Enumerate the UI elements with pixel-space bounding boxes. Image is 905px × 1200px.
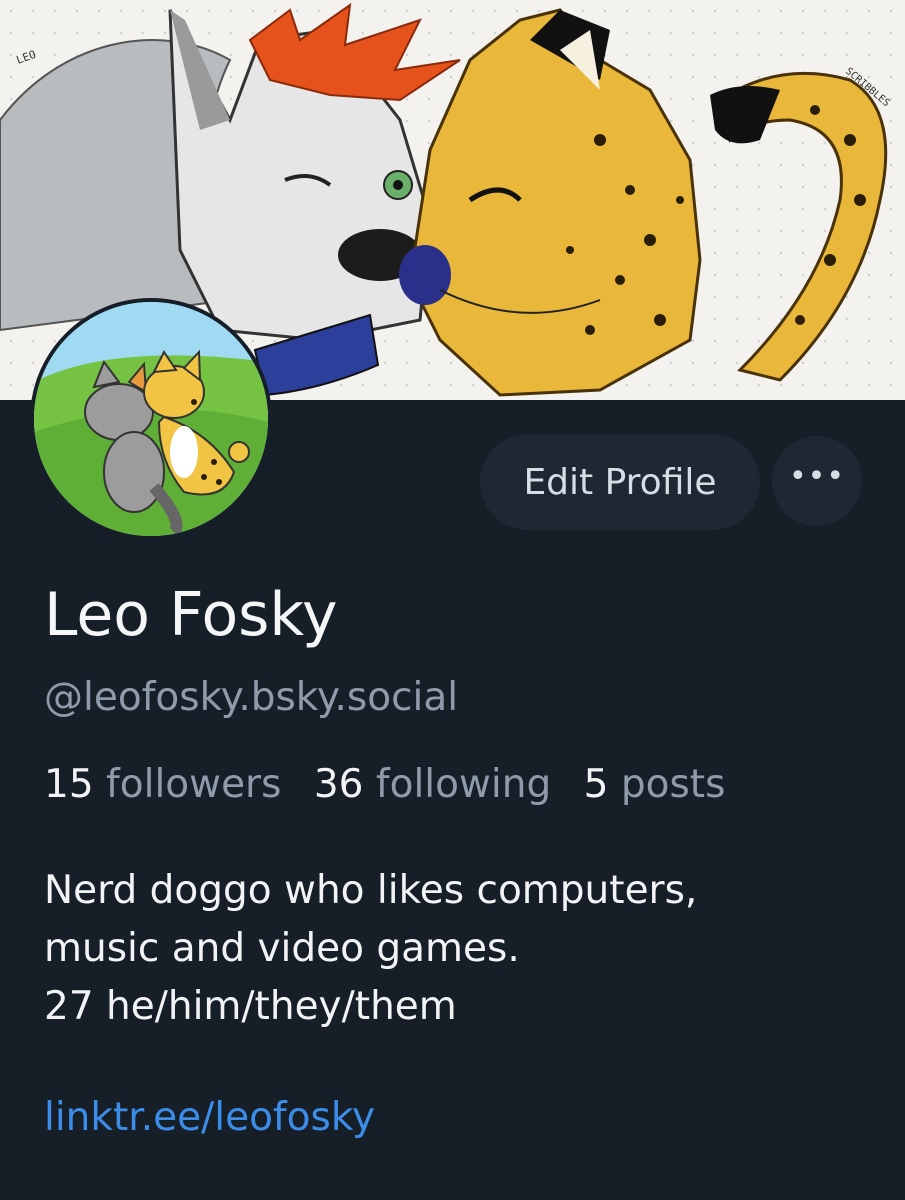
avatar[interactable] — [30, 298, 272, 540]
signature-left: LEO — [15, 48, 38, 67]
edit-profile-button[interactable]: Edit Profile — [480, 434, 760, 530]
posts-count: 5 — [583, 762, 609, 807]
more-options-button[interactable]: ••• — [772, 436, 862, 526]
handle: @leofosky.bsky.social — [44, 675, 459, 720]
bio: Nerd doggo who likes computers, music an… — [44, 862, 697, 1036]
bio-line: 27 he/him/they/them — [44, 984, 457, 1029]
following-link[interactable]: 36 following — [314, 762, 551, 807]
posts-stat: 5 posts — [584, 762, 726, 807]
followers-label: followers — [106, 762, 282, 807]
profile-link[interactable]: linktr.ee/leofosky — [44, 1095, 375, 1140]
posts-label: posts — [620, 762, 726, 807]
following-label: following — [375, 762, 552, 807]
following-count: 36 — [313, 762, 364, 807]
profile-stats: 15 followers 36 following 5 posts — [44, 762, 745, 807]
bio-line: Nerd doggo who likes computers, — [44, 868, 698, 913]
followers-link[interactable]: 15 followers — [44, 762, 281, 807]
display-name: Leo Fosky — [44, 580, 338, 650]
followers-count: 15 — [44, 762, 94, 807]
ellipsis-icon: ••• — [788, 459, 846, 494]
bio-line: music and video games. — [44, 926, 520, 971]
avatar-artwork — [34, 302, 268, 536]
